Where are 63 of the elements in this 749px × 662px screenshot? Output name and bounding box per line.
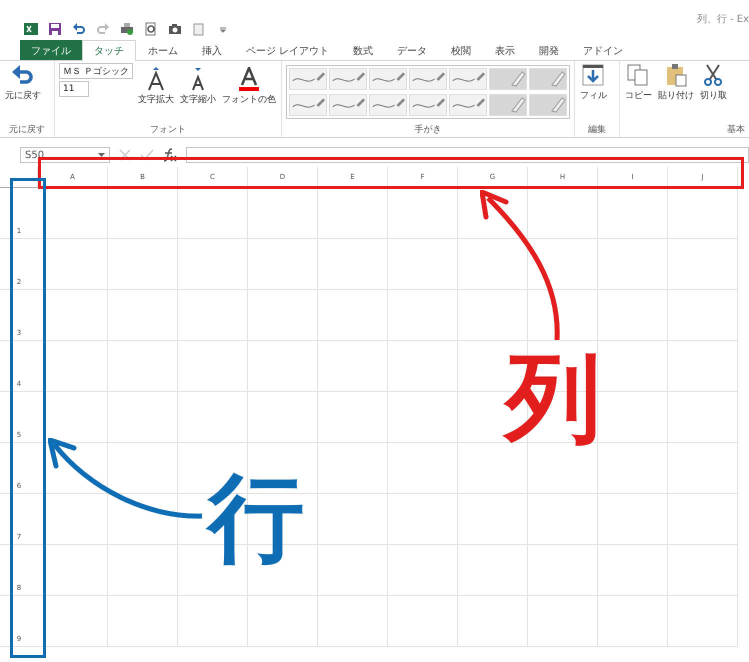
- highlighter-icon: [510, 70, 526, 88]
- clipboard-icon[interactable]: [192, 22, 206, 36]
- pen-style[interactable]: [328, 94, 367, 116]
- printer-icon[interactable]: [120, 22, 134, 36]
- font-size-dropdown[interactable]: 11: [59, 81, 89, 97]
- ribbon-tab[interactable]: 数式: [341, 40, 386, 60]
- pen-style[interactable]: [448, 94, 487, 116]
- pen-style[interactable]: [288, 94, 327, 116]
- highlighter-style[interactable]: [488, 94, 527, 116]
- save-icon[interactable]: [48, 22, 62, 36]
- formula-input[interactable]: [186, 147, 749, 163]
- group-label: フォント: [148, 124, 187, 137]
- pen-style[interactable]: [328, 68, 367, 90]
- highlighter-style[interactable]: [528, 68, 567, 90]
- pen-style[interactable]: [368, 68, 407, 90]
- dropdown-icon: [98, 153, 105, 157]
- annotation-label: 列: [505, 350, 601, 446]
- cut-button[interactable]: 切り取: [698, 63, 728, 102]
- ribbon-tab[interactable]: タッチ: [82, 40, 136, 61]
- copy-icon: [626, 63, 650, 87]
- pen-style[interactable]: [408, 94, 447, 116]
- function-icon[interactable]: [162, 148, 178, 162]
- ribbon-tab[interactable]: ホーム: [136, 40, 190, 60]
- ribbon-tab[interactable]: ページ レイアウト: [234, 40, 342, 60]
- shrink-font-button[interactable]: 文字縮小: [178, 67, 217, 106]
- pen-style[interactable]: [288, 68, 327, 90]
- window-title: 列、行 - Ex: [696, 13, 749, 26]
- ribbon-tab[interactable]: 表示: [483, 40, 528, 60]
- paste-button[interactable]: 貼り付け: [656, 63, 695, 102]
- font-color-button[interactable]: フォントの色: [220, 67, 277, 106]
- ribbon-tab[interactable]: 校閲: [439, 40, 484, 60]
- ribbon-tab[interactable]: 挿入: [190, 40, 234, 60]
- ribbon-tab[interactable]: 開発: [527, 40, 572, 60]
- font-name-dropdown[interactable]: ＭＳ Ｐゴシック: [59, 63, 133, 79]
- ribbon-tab[interactable]: データ: [385, 40, 440, 60]
- group-label: 元に戻す: [8, 124, 46, 137]
- camera-icon[interactable]: [168, 22, 182, 36]
- pen-style[interactable]: [408, 68, 447, 90]
- group-label: 手がき: [413, 124, 442, 137]
- pen-style[interactable]: [448, 68, 487, 90]
- pen-style[interactable]: [368, 94, 407, 116]
- cancel-icon[interactable]: [118, 149, 132, 161]
- undo-icon: [11, 63, 35, 87]
- app-icon[interactable]: [24, 22, 38, 36]
- ribbon-tab[interactable]: アドイン: [571, 40, 636, 60]
- undo-icon[interactable]: [72, 22, 86, 36]
- fill-down-icon: [581, 63, 606, 87]
- ribbon-tab[interactable]: ファイル: [20, 40, 82, 60]
- highlighter-icon: [510, 96, 526, 114]
- copy-button[interactable]: コピー: [624, 63, 653, 102]
- fill-button[interactable]: フィル: [578, 63, 608, 102]
- grow-font-button[interactable]: 文字拡大: [136, 67, 175, 106]
- undo-button[interactable]: 元に戻す: [4, 63, 42, 102]
- redo-icon[interactable]: [96, 22, 110, 36]
- highlighter-style[interactable]: [528, 94, 567, 116]
- highlighter-style[interactable]: [488, 68, 527, 90]
- group-label: 基本: [726, 124, 745, 137]
- font-color-icon: [236, 67, 261, 91]
- print-preview-icon[interactable]: [144, 22, 158, 36]
- annotation-label: 行: [208, 470, 304, 566]
- group-label: 編集: [586, 124, 607, 137]
- highlighter-icon: [550, 70, 566, 88]
- highlighter-icon: [550, 96, 566, 114]
